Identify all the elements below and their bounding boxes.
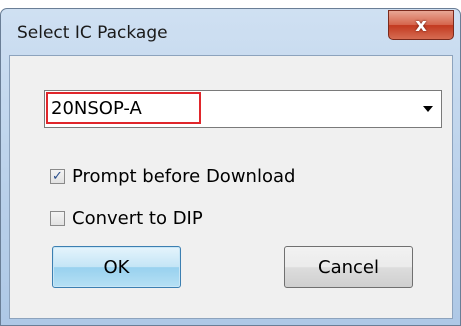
- checkmark-icon: ✓: [52, 169, 63, 184]
- prompt-before-download-option[interactable]: ✓ Prompt before Download: [50, 166, 295, 187]
- chevron-down-icon[interactable]: [423, 106, 433, 112]
- highlight-box: [46, 92, 201, 124]
- dialog-client-area: 20NSOP-A ✓ Prompt before Download Conver…: [9, 55, 453, 319]
- package-select[interactable]: 20NSOP-A: [44, 90, 442, 128]
- prompt-before-download-label[interactable]: Prompt before Download: [72, 166, 295, 187]
- close-button[interactable]: x: [388, 10, 454, 40]
- convert-to-dip-checkbox[interactable]: [50, 211, 65, 226]
- convert-to-dip-option[interactable]: Convert to DIP: [50, 208, 203, 229]
- close-icon: x: [415, 14, 427, 36]
- dialog-window: Select IC Package x 20NSOP-A ✓ Prompt be…: [0, 8, 461, 326]
- ok-button[interactable]: OK: [52, 246, 181, 288]
- dialog-title: Select IC Package: [17, 23, 168, 43]
- cancel-button[interactable]: Cancel: [284, 246, 413, 288]
- convert-to-dip-label[interactable]: Convert to DIP: [72, 208, 203, 229]
- prompt-before-download-checkbox[interactable]: ✓: [50, 169, 65, 184]
